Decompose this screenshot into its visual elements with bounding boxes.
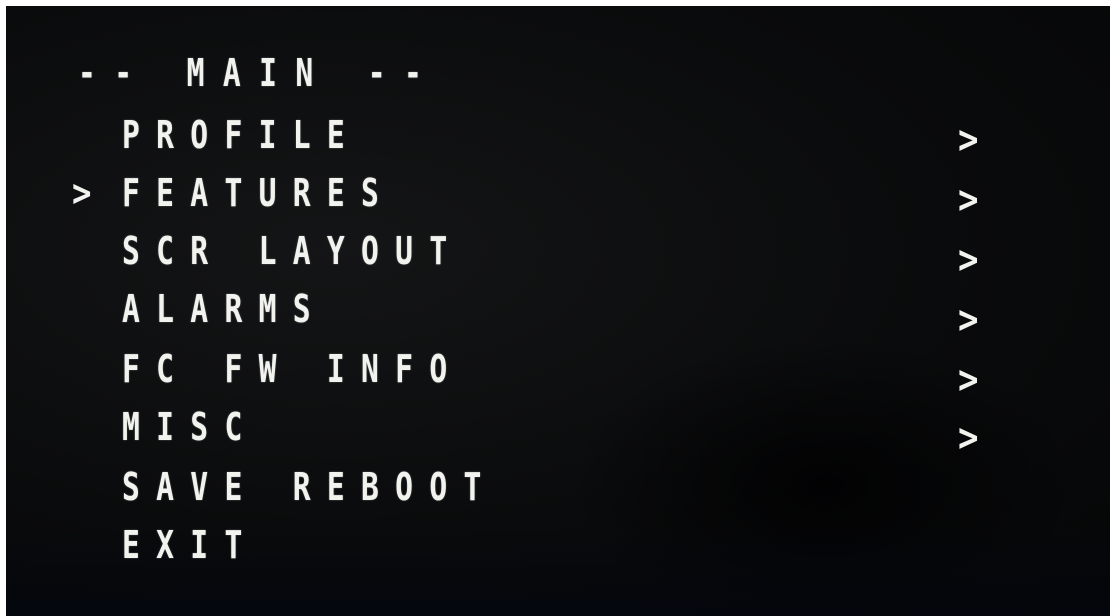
menu-item-fc-fw-info[interactable]: FC FW INFO <box>122 350 463 388</box>
submenu-arrow-icon: > <box>958 237 979 283</box>
menu-item-exit[interactable]: EXIT <box>122 526 259 564</box>
menu-item-profile[interactable]: PROFILE <box>122 116 361 154</box>
menu-item-save-reboot[interactable]: SAVE REBOOT <box>122 468 498 506</box>
osd-screen: -- MAIN -- > PROFILE > FEATURES > SCR LA… <box>6 6 1110 616</box>
submenu-arrow-icon: > <box>958 117 979 163</box>
menu-item-scr-layout[interactable]: SCR LAYOUT <box>122 232 463 270</box>
submenu-arrow-icon: > <box>958 357 979 403</box>
menu-item-alarms[interactable]: ALARMS <box>122 290 327 328</box>
menu-item-misc[interactable]: MISC <box>122 408 259 446</box>
submenu-arrow-icon: > <box>958 297 979 343</box>
menu-item-features[interactable]: FEATURES <box>122 174 395 212</box>
submenu-arrow-icon: > <box>958 177 979 223</box>
menu-title: -- MAIN -- <box>78 51 441 95</box>
selection-cursor: > <box>72 171 92 215</box>
submenu-arrow-icon: > <box>958 415 979 461</box>
